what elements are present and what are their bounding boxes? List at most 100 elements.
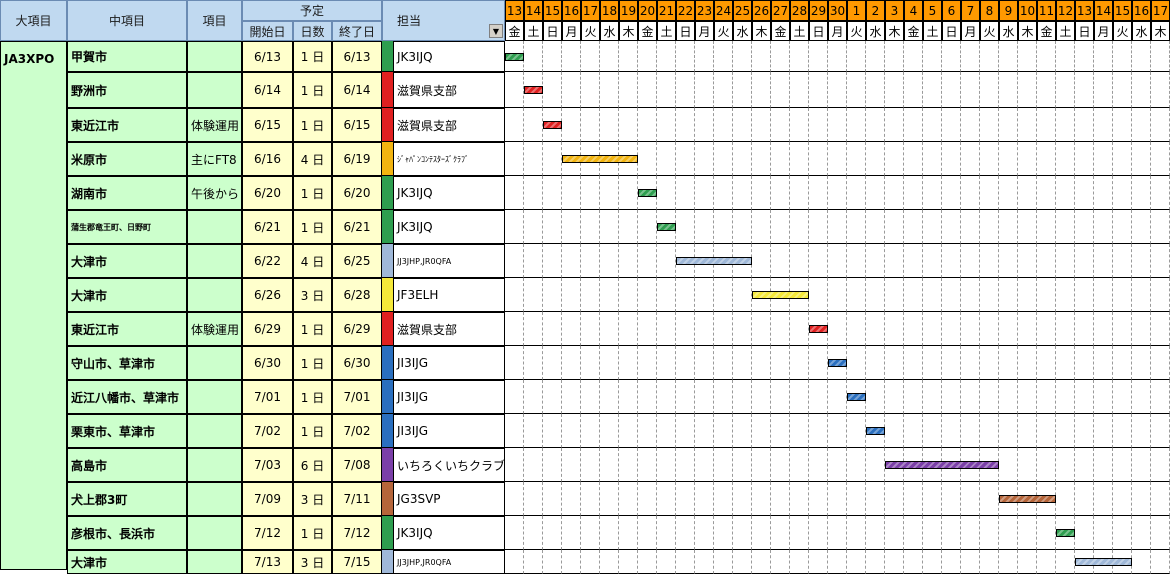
- owner-cell[interactable]: 滋賀県支部: [393, 108, 505, 142]
- days-cell[interactable]: 1 日: [293, 516, 332, 550]
- gantt-grid-cell[interactable]: [619, 72, 638, 108]
- gantt-grid-cell[interactable]: [1037, 516, 1056, 550]
- gantt-grid-cell[interactable]: [1056, 278, 1075, 312]
- gantt-grid-cell[interactable]: [1132, 550, 1151, 574]
- gantt-grid-cell[interactable]: [1056, 448, 1075, 482]
- gantt-grid-cell[interactable]: [752, 41, 771, 72]
- gantt-grid-cell[interactable]: [695, 346, 714, 380]
- gantt-grid-cell[interactable]: [505, 516, 524, 550]
- gantt-grid-cell[interactable]: [1037, 244, 1056, 278]
- gantt-grid-cell[interactable]: [809, 278, 828, 312]
- gantt-grid-cell[interactable]: [942, 312, 961, 346]
- gantt-grid-cell[interactable]: [733, 550, 752, 574]
- gantt-grid-cell[interactable]: [676, 210, 695, 244]
- gantt-grid-cell[interactable]: [619, 550, 638, 574]
- gantt-grid-cell[interactable]: [562, 448, 581, 482]
- gantt-grid-cell[interactable]: [999, 380, 1018, 414]
- gantt-grid-cell[interactable]: [961, 380, 980, 414]
- gantt-grid-cell[interactable]: [790, 41, 809, 72]
- gantt-grid-cell[interactable]: [733, 482, 752, 516]
- weekday-cell[interactable]: 金: [771, 21, 790, 41]
- gantt-grid-cell[interactable]: [1151, 516, 1170, 550]
- owner-cell[interactable]: JI3IJG: [393, 380, 505, 414]
- gantt-grid-cell[interactable]: [638, 346, 657, 380]
- gantt-grid-cell[interactable]: [657, 448, 676, 482]
- gantt-grid-cell[interactable]: [505, 142, 524, 176]
- gantt-grid-cell[interactable]: [695, 312, 714, 346]
- gantt-grid-cell[interactable]: [638, 482, 657, 516]
- gantt-grid-cell[interactable]: [695, 72, 714, 108]
- gantt-grid-cell[interactable]: [657, 108, 676, 142]
- start-date-cell[interactable]: 7/13: [242, 550, 293, 574]
- gantt-grid-cell[interactable]: [657, 414, 676, 448]
- gantt-grid-cell[interactable]: [961, 414, 980, 448]
- gantt-grid-cell[interactable]: [923, 176, 942, 210]
- gantt-grid-cell[interactable]: [1151, 380, 1170, 414]
- gantt-grid-cell[interactable]: [885, 244, 904, 278]
- header-days[interactable]: 日数: [293, 21, 332, 41]
- gantt-grid-cell[interactable]: [600, 210, 619, 244]
- gantt-grid-cell[interactable]: [1094, 414, 1113, 448]
- gantt-grid-cell[interactable]: [581, 550, 600, 574]
- gantt-grid-cell[interactable]: [847, 72, 866, 108]
- gantt-grid-cell[interactable]: [524, 516, 543, 550]
- date-cell[interactable]: 27: [771, 0, 790, 21]
- gantt-grid-cell[interactable]: [904, 142, 923, 176]
- gantt-grid-cell[interactable]: [600, 482, 619, 516]
- gantt-grid-cell[interactable]: [847, 210, 866, 244]
- gantt-grid-cell[interactable]: [1037, 550, 1056, 574]
- gantt-grid-cell[interactable]: [999, 414, 1018, 448]
- gantt-bar[interactable]: [999, 495, 1056, 503]
- gantt-grid-cell[interactable]: [771, 414, 790, 448]
- gantt-grid-cell[interactable]: [505, 176, 524, 210]
- gantt-grid-cell[interactable]: [543, 346, 562, 380]
- gantt-grid-cell[interactable]: [999, 41, 1018, 72]
- date-cell[interactable]: 12: [1056, 0, 1075, 21]
- gantt-grid-cell[interactable]: [790, 312, 809, 346]
- gantt-grid-cell[interactable]: [1056, 550, 1075, 574]
- gantt-grid-cell[interactable]: [562, 380, 581, 414]
- gantt-grid-cell[interactable]: [1018, 414, 1037, 448]
- gantt-grid-cell[interactable]: [1018, 448, 1037, 482]
- owner-cell[interactable]: JJ3JHP,JR0QFA: [393, 550, 505, 574]
- owner-cell[interactable]: JG3SVP: [393, 482, 505, 516]
- gantt-grid-cell[interactable]: [657, 312, 676, 346]
- gantt-grid-cell[interactable]: [562, 210, 581, 244]
- days-cell[interactable]: 1 日: [293, 72, 332, 108]
- gantt-grid-cell[interactable]: [904, 312, 923, 346]
- date-cell[interactable]: 11: [1037, 0, 1056, 21]
- gantt-grid-cell[interactable]: [619, 244, 638, 278]
- gantt-grid-cell[interactable]: [600, 278, 619, 312]
- weekday-cell[interactable]: 月: [562, 21, 581, 41]
- gantt-grid-cell[interactable]: [1132, 278, 1151, 312]
- gantt-grid-cell[interactable]: [1075, 448, 1094, 482]
- owner-cell[interactable]: いちろくいちクラブ: [393, 448, 505, 482]
- weekday-cell[interactable]: 土: [923, 21, 942, 41]
- gantt-grid-cell[interactable]: [638, 550, 657, 574]
- date-cell[interactable]: 24: [714, 0, 733, 21]
- gantt-grid-cell[interactable]: [847, 142, 866, 176]
- gantt-grid-cell[interactable]: [619, 380, 638, 414]
- gantt-grid-cell[interactable]: [638, 244, 657, 278]
- gantt-grid-cell[interactable]: [923, 108, 942, 142]
- gantt-grid-cell[interactable]: [524, 278, 543, 312]
- gantt-grid-cell[interactable]: [600, 176, 619, 210]
- gantt-grid-cell[interactable]: [828, 448, 847, 482]
- gantt-grid-cell[interactable]: [714, 516, 733, 550]
- item-cell[interactable]: 体験運用: [187, 108, 242, 142]
- end-date-cell[interactable]: 6/28: [332, 278, 382, 312]
- major-value-cell[interactable]: JA3XPO: [0, 41, 67, 570]
- middle-item-cell[interactable]: 湖南市: [67, 176, 187, 210]
- gantt-grid-cell[interactable]: [505, 380, 524, 414]
- middle-item-cell[interactable]: 彦根市、長浜市: [67, 516, 187, 550]
- gantt-bar[interactable]: [866, 427, 885, 435]
- gantt-grid-cell[interactable]: [619, 516, 638, 550]
- gantt-grid-cell[interactable]: [904, 346, 923, 380]
- gantt-grid-cell[interactable]: [1094, 210, 1113, 244]
- gantt-grid-cell[interactable]: [638, 108, 657, 142]
- gantt-grid-cell[interactable]: [752, 414, 771, 448]
- owner-cell[interactable]: JK3IJQ: [393, 516, 505, 550]
- gantt-grid-cell[interactable]: [543, 312, 562, 346]
- gantt-grid-cell[interactable]: [1151, 108, 1170, 142]
- gantt-grid-cell[interactable]: [1037, 380, 1056, 414]
